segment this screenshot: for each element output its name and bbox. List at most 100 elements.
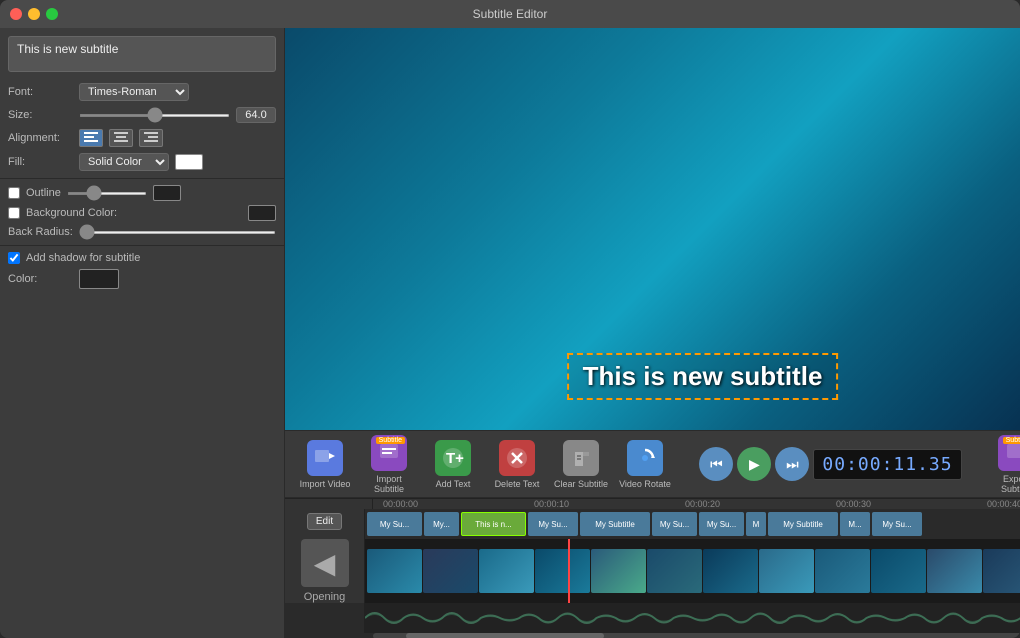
outline-color-swatch[interactable] — [153, 185, 181, 201]
window-controls — [10, 8, 58, 20]
outline-checkbox[interactable] — [8, 187, 20, 199]
font-row: Font: Times-Roman Arial — [0, 80, 284, 104]
ruler-mark-0: 00:00:00 — [383, 499, 418, 509]
export-subtitle-button[interactable]: Subtitle Export Subtitle — [986, 431, 1020, 498]
clip-9[interactable]: M... — [840, 512, 870, 536]
main-content: This is new subtitle Font: Times-Roman A… — [0, 28, 1020, 638]
outline-slider[interactable] — [67, 192, 147, 195]
fill-select[interactable]: Solid Color Gradient — [79, 153, 169, 171]
size-slider[interactable] — [79, 114, 230, 117]
opening-label-area: ◀ Opening — [285, 539, 365, 603]
window-title: Subtitle Editor — [473, 7, 548, 21]
alignment-label: Alignment: — [8, 132, 73, 144]
clip-2[interactable]: This is n... — [461, 512, 526, 536]
app-window: Subtitle Editor This is new subtitle Fon… — [0, 0, 1020, 638]
timeline-area: 00:00:00 00:00:10 00:00:20 00:00:30 00:0… — [285, 498, 1020, 638]
clip-6[interactable]: My Su... — [699, 512, 744, 536]
shadow-checkbox[interactable] — [8, 252, 20, 264]
outline-label: Outline — [26, 187, 61, 199]
add-text-button[interactable]: T+ Add Text — [423, 436, 483, 493]
color-swatch[interactable] — [79, 269, 119, 289]
back-radius-label: Back Radius: — [8, 226, 73, 238]
thumb-1 — [367, 549, 422, 593]
back-radius-slider[interactable] — [79, 231, 276, 234]
video-subtitle-overlay: This is new subtitle — [567, 353, 839, 400]
toolbar: Import Video Subtitle Import Subtitle T+… — [285, 430, 1020, 498]
subtitle-text-display[interactable]: This is new subtitle — [8, 36, 276, 72]
delete-text-button[interactable]: Delete Text — [487, 436, 547, 493]
transport-controls: ⏮ ▶ ⏭ 00:00:11.35 — [699, 447, 961, 481]
ruler-mark-10: 00:00:10 — [534, 499, 569, 509]
clip-1[interactable]: My... — [424, 512, 459, 536]
thumb-7 — [703, 549, 758, 593]
import-video-button[interactable]: Import Video — [295, 436, 355, 493]
clip-0[interactable]: My Su... — [367, 512, 422, 536]
scrollbar-thumb[interactable] — [406, 633, 604, 638]
align-center-button[interactable] — [109, 129, 133, 147]
clip-3[interactable]: My Su... — [528, 512, 578, 536]
thumb-5 — [591, 549, 646, 593]
video-thumbnail-track — [365, 539, 1020, 603]
audio-row — [285, 603, 1020, 633]
timeline-scrollbar[interactable] — [373, 633, 1020, 638]
fill-color-swatch[interactable] — [175, 154, 203, 170]
bg-color-swatch[interactable] — [248, 205, 276, 221]
edit-track-row: Edit My Su... My... This is n... My Su..… — [285, 509, 1020, 539]
clear-subtitle-button[interactable]: Clear Subtitle — [551, 436, 611, 493]
left-panel: This is new subtitle Font: Times-Roman A… — [0, 28, 285, 638]
thumb-2 — [423, 549, 478, 593]
minimize-button[interactable] — [28, 8, 40, 20]
align-left-button[interactable] — [79, 129, 103, 147]
time-display: 00:00:11.35 — [813, 449, 961, 480]
video-rotate-button[interactable]: Video Rotate — [615, 436, 675, 493]
clip-8[interactable]: My Subtitle — [768, 512, 838, 536]
thumb-3 — [479, 549, 534, 593]
bg-color-row: Background Color: — [0, 203, 284, 223]
play-button[interactable]: ▶ — [737, 447, 771, 481]
opening-text: Opening — [304, 591, 346, 603]
fast-forward-button[interactable]: ⏭ — [775, 447, 809, 481]
subtitle-track: My Su... My... This is n... My Su... My … — [365, 509, 1020, 539]
video-thumb-row: ◀ Opening — [285, 539, 1020, 603]
size-value: 64.0 — [236, 107, 276, 123]
outline-row: Outline — [0, 183, 284, 203]
fill-row: Fill: Solid Color Gradient — [0, 150, 284, 174]
thumb-10 — [871, 549, 926, 593]
thumb-8 — [759, 549, 814, 593]
edit-left-button[interactable]: Edit — [307, 513, 342, 530]
align-right-button[interactable] — [139, 129, 163, 147]
timeline-scrollbar-area — [285, 633, 1020, 638]
ruler-mark-30: 00:00:30 — [836, 499, 871, 509]
clip-5[interactable]: My Su... — [652, 512, 697, 536]
video-area: 土豆 This is new subtitle — [285, 28, 1020, 430]
clip-7[interactable]: M — [746, 512, 766, 536]
audio-waveform — [365, 603, 1020, 633]
import-subtitle-button[interactable]: Subtitle Import Subtitle — [359, 431, 419, 498]
font-select[interactable]: Times-Roman Arial — [79, 83, 189, 101]
ruler-mark-40: 00:00:40 — [987, 499, 1020, 509]
opening-button[interactable]: ◀ — [301, 539, 349, 587]
back-radius-row: Back Radius: — [0, 223, 284, 241]
size-label: Size: — [8, 109, 73, 121]
thumb-4 — [535, 549, 590, 593]
thumb-11 — [927, 549, 982, 593]
bg-color-checkbox[interactable] — [8, 207, 20, 219]
clip-10[interactable]: My Su... — [872, 512, 922, 536]
color-label: Color: — [8, 273, 73, 285]
shadow-row: Add shadow for subtitle — [0, 250, 284, 266]
audio-track — [365, 603, 1020, 633]
color-row: Color: — [0, 266, 284, 292]
thumb-9 — [815, 549, 870, 593]
close-button[interactable] — [10, 8, 22, 20]
svg-text:T+: T+ — [446, 450, 464, 467]
thumb-12 — [983, 549, 1020, 593]
titlebar: Subtitle Editor — [0, 0, 1020, 28]
rewind-button[interactable]: ⏮ — [699, 447, 733, 481]
fill-label: Fill: — [8, 156, 73, 168]
maximize-button[interactable] — [46, 8, 58, 20]
alignment-row: Alignment: — [0, 126, 284, 150]
clip-4[interactable]: My Subtitle — [580, 512, 650, 536]
center-panel: 土豆 This is new subtitle Import Video Sub… — [285, 28, 1020, 638]
ruler-mark-20: 00:00:20 — [685, 499, 720, 509]
bg-color-label: Background Color: — [26, 207, 117, 219]
